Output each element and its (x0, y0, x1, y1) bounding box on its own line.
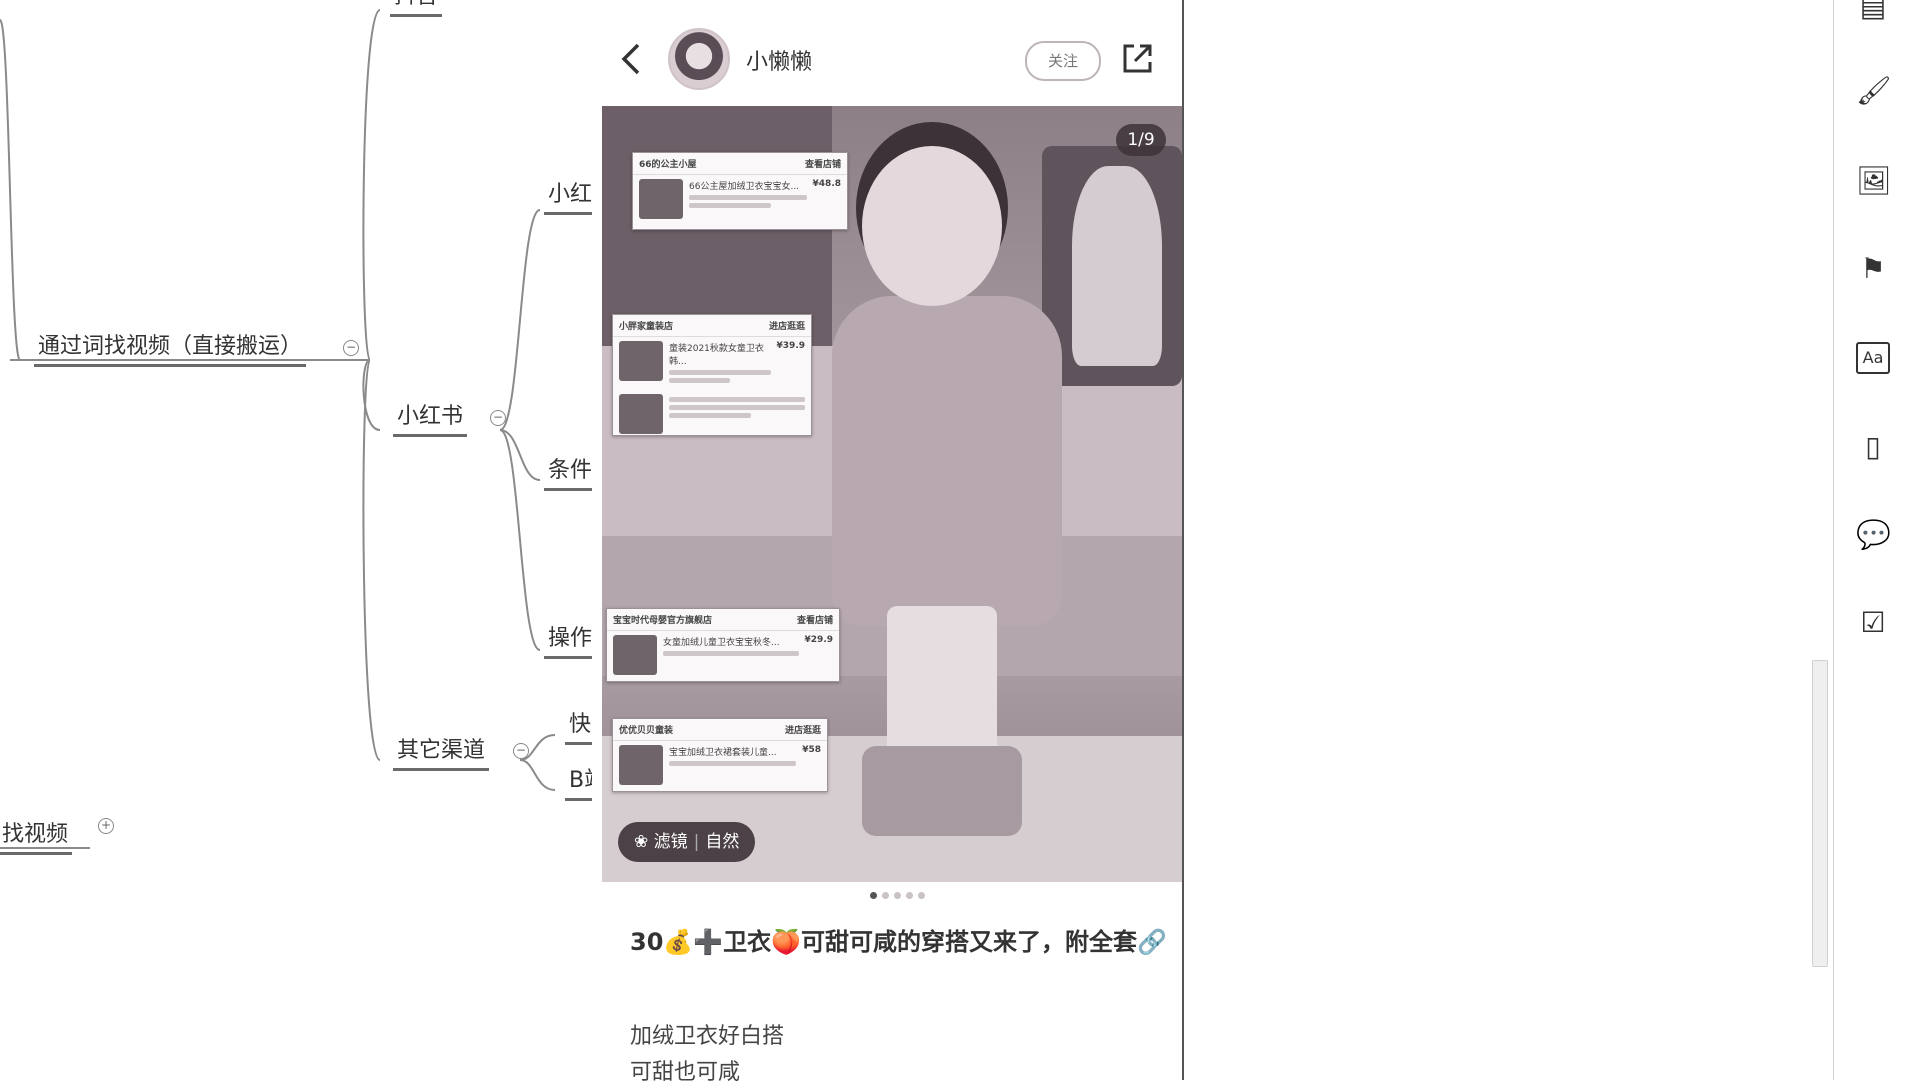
card-action[interactable]: 进店逛逛 (769, 319, 805, 332)
child-head (862, 146, 1002, 306)
product-price: ¥39.9 (776, 341, 805, 351)
card-title: 宝宝时代母婴官方旗舰店 (613, 616, 713, 626)
filter-button[interactable]: ❀ 滤镜 | 自然 (618, 822, 756, 862)
expand-toggle-find-video-2[interactable]: + (98, 818, 114, 834)
back-icon[interactable] (618, 42, 644, 76)
image-icon[interactable]: 🖼 (1856, 164, 1892, 198)
carousel-dot (882, 892, 889, 899)
product-card[interactable]: 宝宝时代母婴官方旗舰店 查看店铺 女童加绒儿童卫衣宝宝秋冬... ¥29.9 (606, 608, 840, 682)
xiaohongshu-post-panel: 小懒懒 关注 1/9 66的公主小屋 查看店铺 66公主屋加绒卫衣宝宝女... ¥… (592, 0, 1184, 1080)
node-other-channels[interactable]: 其它渠道 (393, 732, 490, 771)
card-action[interactable]: 查看店铺 (797, 613, 833, 626)
carousel-dot (894, 892, 901, 899)
side-toolbar: ▤ 🖌 🖼 ⚑ Aa ▯ 💬 ☑ (1833, 0, 1910, 1080)
node-conditions[interactable]: 条件 (544, 452, 597, 491)
child-boots (862, 746, 1022, 836)
filter-icon: ❀ (634, 832, 649, 852)
collapse-toggle-xiaohongshu[interactable]: − (490, 410, 506, 426)
collapse-toggle-other-channels[interactable]: − (513, 743, 529, 759)
product-card[interactable]: 优优贝贝童装 进店逛逛 宝宝加绒卫衣裙套装儿童... ¥58 (612, 718, 828, 792)
share-icon[interactable] (1120, 42, 1154, 76)
right-blank-area (1184, 0, 1910, 1080)
card-action[interactable]: 查看店铺 (805, 157, 841, 170)
product-card[interactable]: 66的公主小屋 查看店铺 66公主屋加绒卫衣宝宝女... ¥48.8 (632, 152, 848, 230)
card-title: 优优贝贝童装 (619, 726, 674, 736)
post-header: 小懒懒 关注 (592, 0, 1182, 105)
filter-value: 自然 (705, 832, 740, 852)
product-price: ¥58 (802, 745, 821, 755)
card-action[interactable]: 进店逛逛 (785, 723, 821, 736)
product-thumb (613, 635, 657, 675)
filter-label: 滤镜 (653, 832, 688, 852)
structure-icon[interactable]: ▤ (1856, 0, 1890, 24)
node-find-video-2[interactable]: 找视频 (0, 816, 73, 855)
carousel-dot (870, 892, 877, 899)
product-thumb (639, 179, 683, 219)
product-card[interactable]: 小胖家童装店 进店逛逛 童装2021秋款女童卫衣韩... ¥39.9 (612, 314, 812, 436)
carousel-dot (918, 892, 925, 899)
text-icon[interactable]: Aa (1856, 342, 1890, 374)
product-thumb (619, 745, 663, 785)
product-name: 童装2021秋款女童卫衣韩... (669, 344, 764, 367)
product-thumb (619, 394, 663, 434)
card-title: 小胖家童装店 (619, 322, 674, 332)
product-price: ¥48.8 (812, 179, 841, 189)
comment-icon[interactable]: 💬 (1856, 518, 1891, 552)
node-douyin[interactable]: 抖音 (390, 0, 443, 17)
node-xiaohongshu[interactable]: 小红书 (393, 398, 468, 437)
product-thumb (619, 341, 663, 381)
node-operations[interactable]: 操作 (544, 620, 597, 659)
product-name: 女童加绒儿童卫衣宝宝秋冬... (663, 638, 780, 648)
card-title: 66的公主小屋 (639, 160, 697, 170)
image-page-counter: 1/9 (1116, 124, 1166, 156)
avatar[interactable] (668, 28, 730, 90)
product-name: 宝宝加绒卫衣裙套装儿童... (669, 748, 777, 758)
username[interactable]: 小懒懒 (746, 44, 812, 76)
post-description-line: 可甜也可咸 (630, 1060, 741, 1085)
node-find-video-direct[interactable]: 通过词找视频（直接搬运） (34, 328, 307, 367)
product-name: 66公主屋加绒卫衣宝宝女... (689, 182, 800, 192)
vertical-scrollbar[interactable] (1812, 660, 1828, 967)
follow-button[interactable]: 关注 (1025, 41, 1101, 81)
post-caption: 30💰➕卫衣🍑可甜可咸的穿搭又来了，附全套🔗 (630, 928, 1167, 956)
post-description-line: 加绒卫衣好白搭 (630, 1024, 785, 1049)
carousel-dot (906, 892, 913, 899)
document-icon[interactable]: ▯ (1856, 430, 1890, 464)
child-hoodie (832, 296, 1062, 626)
clipboard-icon[interactable]: ☑ (1856, 606, 1890, 640)
product-price: ¥29.9 (804, 635, 833, 645)
brush-icon[interactable]: 🖌 (1856, 74, 1892, 108)
deer-pillow-print (1072, 166, 1162, 366)
collapse-toggle-find-video[interactable]: − (343, 340, 359, 356)
post-image[interactable]: 1/9 66的公主小屋 查看店铺 66公主屋加绒卫衣宝宝女... ¥48.8 小胖… (602, 106, 1182, 882)
flag-icon[interactable]: ⚑ (1856, 252, 1890, 286)
